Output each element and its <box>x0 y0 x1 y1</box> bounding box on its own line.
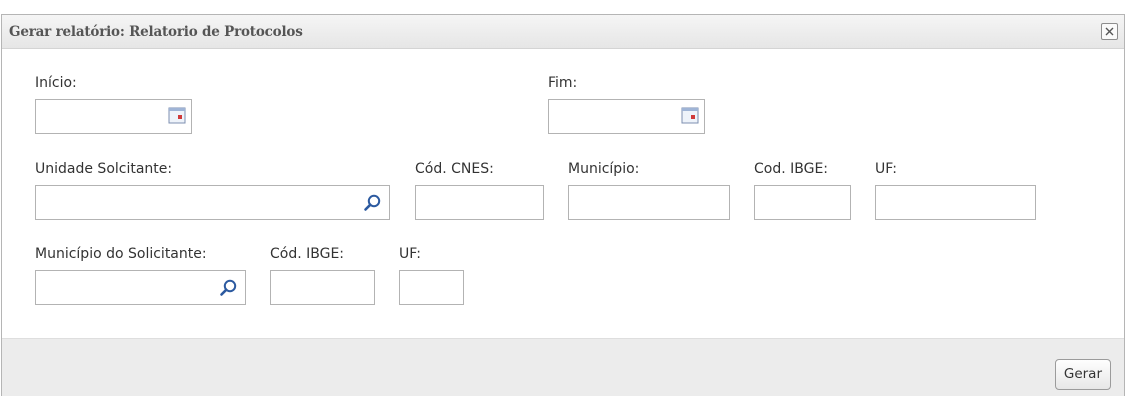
ibge-label: Cod. IBGE: <box>754 161 829 177</box>
municipio-solicitante-input[interactable] <box>35 270 246 305</box>
ibge-input[interactable] <box>754 185 851 220</box>
uf2-input[interactable] <box>399 270 464 305</box>
fim-date-input[interactable] <box>548 99 705 134</box>
unidade-solicitante-input[interactable] <box>35 185 390 220</box>
close-icon <box>1105 27 1114 36</box>
search-icon[interactable] <box>362 192 384 214</box>
municipio-solicitante-label: Município do Solicitante: <box>35 246 207 262</box>
municipio-input[interactable] <box>568 185 730 220</box>
uf-input[interactable] <box>875 185 1036 220</box>
close-button[interactable] <box>1101 23 1118 40</box>
uf-label: UF: <box>875 161 897 177</box>
calendar-icon[interactable] <box>166 105 188 127</box>
ibge2-label: Cód. IBGE: <box>270 246 345 262</box>
dialog-title: Gerar relatório: Relatorio de Protocolos <box>9 24 303 40</box>
municipio-label: Município: <box>568 161 640 177</box>
uf2-label: UF: <box>399 246 421 262</box>
calendar-icon[interactable] <box>679 105 701 127</box>
cnes-input[interactable] <box>415 185 544 220</box>
report-dialog: Gerar relatório: Relatorio de Protocolos… <box>1 14 1125 396</box>
dialog-footer: Gerar <box>2 338 1124 396</box>
cnes-label: Cód. CNES: <box>415 161 494 177</box>
ibge2-input[interactable] <box>270 270 375 305</box>
search-icon[interactable] <box>218 277 240 299</box>
gerar-button[interactable]: Gerar <box>1054 359 1111 390</box>
fim-label: Fim: <box>548 75 578 91</box>
inicio-date-input[interactable] <box>35 99 192 134</box>
inicio-label: Início: <box>35 75 77 91</box>
dialog-titlebar: Gerar relatório: Relatorio de Protocolos <box>2 15 1124 49</box>
unidade-label: Unidade Solcitante: <box>35 161 173 177</box>
